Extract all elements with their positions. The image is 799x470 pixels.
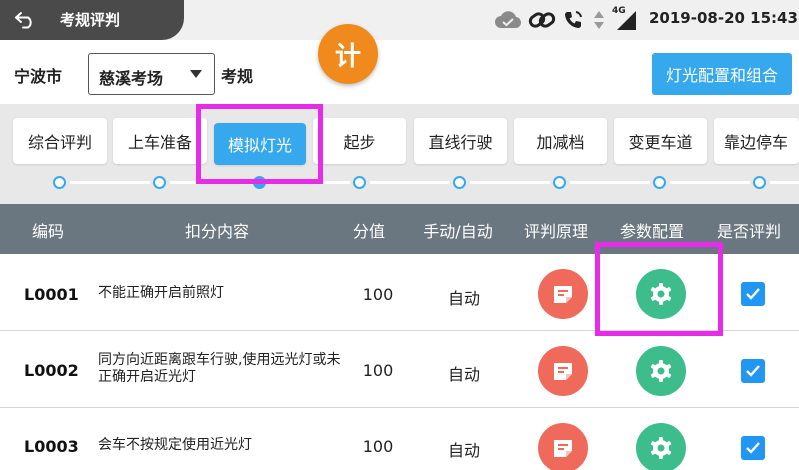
indicator-dot-active[interactable] <box>253 176 266 189</box>
col-code: 编码 <box>31 222 65 241</box>
judge-checkbox[interactable] <box>741 359 765 383</box>
col-content: 扣分内容 <box>184 222 250 241</box>
status-time: 2019-08-20 15:43 <box>649 9 798 27</box>
indicator-track <box>770 181 799 184</box>
indicator-dot[interactable] <box>53 176 66 189</box>
checkmark-icon <box>746 288 760 300</box>
indicator-track <box>670 181 750 184</box>
indicator-dot[interactable] <box>453 176 466 189</box>
phone-signal-icon <box>564 11 582 29</box>
row-content: 同方向近距离跟车行驶,使用远光灯或未正确开启近光灯 <box>98 352 341 385</box>
indicator-track <box>270 181 350 184</box>
param-config-button[interactable] <box>636 269 686 319</box>
table-header: 编码 扣分内容 分值 手动/自动 评判原理 参数配置 是否评判 <box>0 204 799 254</box>
status-icons: 4G <box>494 6 638 33</box>
tab-label: 起步 <box>343 133 376 152</box>
row-content: 会车不按规定使用近光灯 <box>98 437 252 453</box>
table-row: L0001 不能正确开启前照灯 100 自动 <box>0 255 799 331</box>
note-icon <box>554 363 572 380</box>
judge-checkbox[interactable] <box>741 436 765 460</box>
back-button[interactable] <box>8 6 42 34</box>
note-icon <box>554 440 572 457</box>
row-content: 不能正确开启前照灯 <box>98 285 224 301</box>
tab-gear-shift[interactable]: 加减档 <box>514 118 607 164</box>
indicator-track <box>470 181 550 184</box>
cloud-sync-icon <box>495 11 522 29</box>
indicator-track <box>70 181 150 184</box>
tab-label: 变更车道 <box>628 133 693 152</box>
title-tab: 考规评判 <box>0 0 184 40</box>
tab-label: 模拟灯光 <box>227 136 292 155</box>
site-dropdown-value: 慈溪考场 <box>99 69 164 88</box>
tab-simulated-lights[interactable]: 模拟灯光 <box>214 123 306 165</box>
row-score: 100 <box>362 361 394 380</box>
status-bar: 考规评判 4G 2019-08-20 15:43 <box>0 0 799 40</box>
param-config-button[interactable] <box>636 346 686 396</box>
row-code: L0003 <box>24 437 79 456</box>
gear-icon <box>650 283 672 305</box>
tab-label: 加减档 <box>536 133 585 152</box>
row-mode: 自动 <box>447 441 481 460</box>
row-score: 100 <box>362 437 394 456</box>
chevron-down-icon <box>190 70 202 78</box>
timer-badge-label: 计 <box>334 41 361 72</box>
row-score: 100 <box>362 285 394 304</box>
indicator-dot[interactable] <box>153 176 166 189</box>
data-arrows-icon <box>594 11 604 29</box>
indicator-track <box>170 181 250 184</box>
tab-lane-change[interactable]: 变更车道 <box>614 118 707 164</box>
checkmark-icon <box>746 442 760 454</box>
exam-rule-label: 考规 <box>221 67 254 86</box>
cell-signal: 4G <box>612 6 638 31</box>
timer-badge-button[interactable]: 计 <box>318 24 378 84</box>
col-score: 分值 <box>352 222 386 241</box>
col-mode: 手动/自动 <box>423 222 493 241</box>
category-tabs: 综合评判 上车准备 模拟灯光 起步 直线行驶 加减档 变更车道 靠边停车 <box>0 104 799 204</box>
gear-icon <box>650 360 672 382</box>
city-label[interactable]: 宁波市 <box>14 63 62 87</box>
table-row: L0003 会车不按规定使用近光灯 100 自动 <box>0 409 799 470</box>
tab-label: 直线行驶 <box>428 133 493 152</box>
tab-comprehensive[interactable]: 综合评判 <box>13 118 107 164</box>
tab-start[interactable]: 起步 <box>313 118 406 164</box>
back-arrow-icon <box>15 12 32 29</box>
indicator-dot[interactable] <box>753 176 766 189</box>
indicator-dot[interactable] <box>553 176 566 189</box>
tab-label: 靠边停车 <box>724 133 789 152</box>
rule-button[interactable] <box>538 269 588 319</box>
note-icon <box>554 286 572 303</box>
page-title: 考规评判 <box>60 11 121 29</box>
table-row: L0002 同方向近距离跟车行驶,使用远光灯或未正确开启近光灯 100 自动 <box>0 332 799 408</box>
indicator-track <box>370 181 450 184</box>
link-icon <box>528 12 556 28</box>
site-dropdown[interactable]: 慈溪考场 <box>88 53 215 95</box>
judge-checkbox[interactable] <box>741 282 765 306</box>
indicator-dot[interactable] <box>353 176 366 189</box>
app-root: 考规评判 4G 2019-08-20 15:43 宁波市 慈溪考场 考规 计 灯… <box>0 0 799 470</box>
gear-icon <box>650 437 672 459</box>
col-rule: 评判原理 <box>523 222 589 241</box>
indicator-dot[interactable] <box>653 176 666 189</box>
row-code: L0001 <box>24 285 79 304</box>
row-code: L0002 <box>24 361 79 380</box>
indicator-track <box>570 181 650 184</box>
tab-boarding-prep[interactable]: 上车准备 <box>113 118 207 164</box>
signal-bars-icon <box>617 11 636 30</box>
col-param: 参数配置 <box>619 222 685 241</box>
rule-button[interactable] <box>538 423 588 470</box>
tab-label: 综合评判 <box>27 133 92 152</box>
row-mode: 自动 <box>447 289 481 308</box>
row-mode: 自动 <box>447 365 481 384</box>
rule-button[interactable] <box>538 346 588 396</box>
col-judge: 是否评判 <box>716 222 782 241</box>
tab-label: 上车准备 <box>127 133 192 152</box>
tab-straight-driving[interactable]: 直线行驶 <box>414 118 507 164</box>
checkmark-icon <box>746 365 760 377</box>
param-config-button[interactable] <box>636 423 686 470</box>
light-config-button[interactable]: 灯光配置和组合 <box>652 53 792 95</box>
tab-pull-over[interactable]: 靠边停车 <box>714 118 799 164</box>
